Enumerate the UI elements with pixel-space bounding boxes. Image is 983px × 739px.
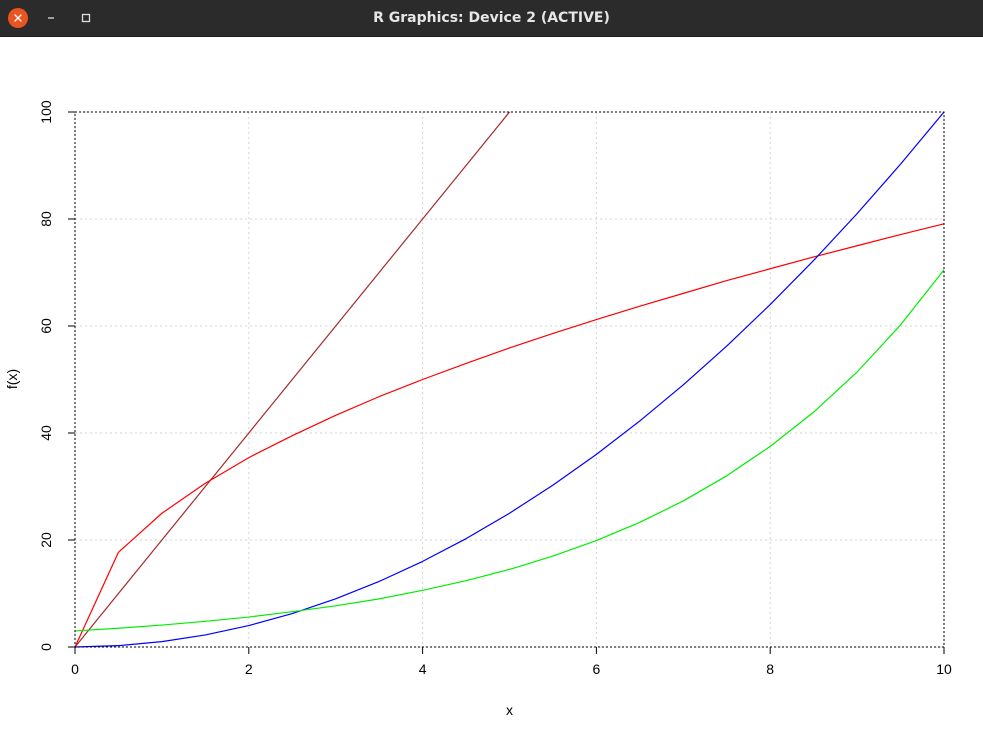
y-tick-label: 100 bbox=[38, 100, 54, 124]
window-title: R Graphics: Device 2 (ACTIVE) bbox=[373, 10, 610, 26]
series-line-3 bbox=[74, 111, 945, 648]
y-axis-label: f(x) bbox=[4, 369, 20, 389]
y-tick-label: 60 bbox=[38, 318, 54, 334]
x-tick-label: 6 bbox=[593, 661, 601, 677]
r-graphics-window: R Graphics: Device 2 (ACTIVE) 0 2 4 6 8 10 0 20… bbox=[0, 0, 983, 739]
x-tick-label: 2 bbox=[245, 661, 253, 677]
x-tick-label: 10 bbox=[936, 661, 952, 677]
y-tick-label: 40 bbox=[38, 425, 54, 441]
x-tick-label: 8 bbox=[766, 661, 774, 677]
grid bbox=[74, 111, 945, 648]
y-tick-label: 80 bbox=[38, 211, 54, 227]
series-line-4 bbox=[74, 269, 945, 632]
y-tick-label: 0 bbox=[38, 643, 54, 651]
series-line-2 bbox=[74, 223, 945, 648]
axes: 0 2 4 6 8 10020406080100 bbox=[38, 100, 952, 677]
x-axis-label: x bbox=[506, 702, 513, 718]
series-lines bbox=[74, 111, 945, 648]
title-bar[interactable]: R Graphics: Device 2 (ACTIVE) bbox=[0, 0, 983, 37]
y-tick-label: 20 bbox=[38, 532, 54, 548]
series-line-1 bbox=[74, 111, 510, 648]
x-tick-label: 0 bbox=[71, 661, 79, 677]
line-chart: 0 2 4 6 8 10020406080100 x f(x) bbox=[4, 100, 952, 718]
plot-frame bbox=[74, 111, 945, 648]
x-tick-label: 4 bbox=[419, 661, 427, 677]
plot-area: 0 2 4 6 8 10 0 20 40 60 80 100 x f(x) bbox=[0, 37, 983, 739]
